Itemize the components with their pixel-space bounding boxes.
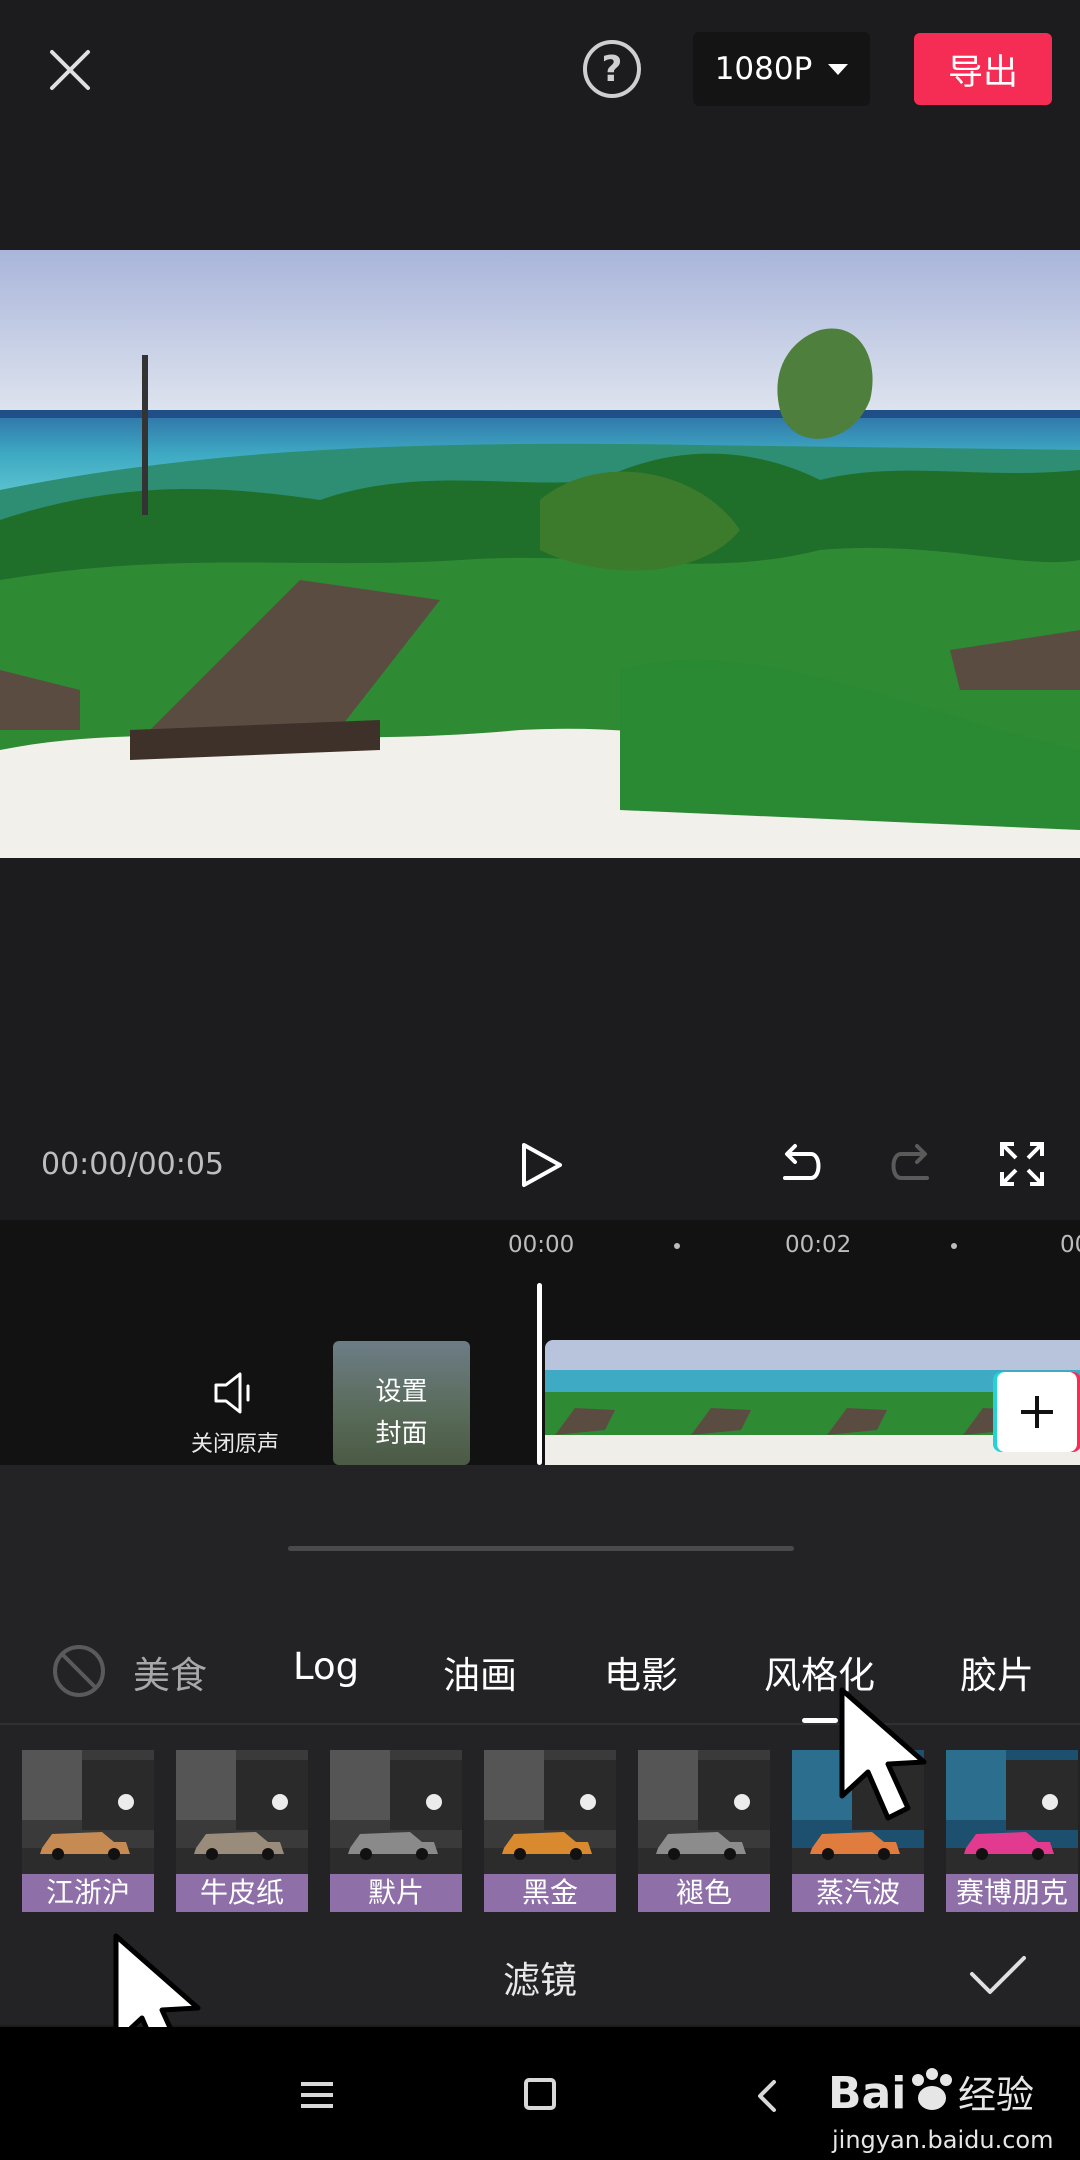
no-filter-icon	[53, 1645, 105, 1697]
no-filter-button[interactable]	[52, 1644, 106, 1698]
filter-preview-image	[484, 1750, 616, 1874]
speaker-icon	[214, 1372, 250, 1414]
filter-thumbnail[interactable]: 江浙沪	[22, 1750, 154, 1912]
add-clip-button[interactable]	[997, 1372, 1077, 1452]
cover-label: 设置 封面	[375, 1377, 428, 1449]
filter-thumbnail[interactable]: 默片	[330, 1750, 462, 1912]
filter-label: 蒸汽波	[792, 1874, 924, 1912]
export-button[interactable]: 导出	[914, 33, 1052, 105]
close-icon	[50, 50, 90, 90]
filter-preview-image	[330, 1750, 462, 1874]
confirm-button[interactable]	[968, 1950, 1028, 2000]
ruler-label: 00:00	[508, 1232, 575, 1258]
back-button[interactable]	[752, 2078, 782, 2114]
clip-frame	[545, 1340, 685, 1465]
help-button[interactable]: ?	[583, 40, 641, 98]
redo-button[interactable]	[887, 1140, 937, 1190]
filter-preview-image	[638, 1750, 770, 1874]
ruler-label: 00	[1060, 1232, 1080, 1258]
svg-text:Bai: Bai	[828, 2068, 906, 2119]
ruler-dot	[674, 1243, 680, 1249]
timecode: 00:00/00:05	[41, 1147, 225, 1182]
play-button[interactable]	[512, 1140, 572, 1190]
ruler-label: 00:02	[785, 1232, 852, 1258]
undo-button[interactable]	[775, 1140, 825, 1190]
redo-icon	[891, 1144, 929, 1180]
menu-icon	[301, 2082, 333, 2108]
filter-label: 默片	[330, 1874, 462, 1912]
filter-preview-image	[176, 1750, 308, 1874]
filter-preview-image	[946, 1750, 1078, 1874]
home-button[interactable]	[524, 2078, 556, 2110]
clip-frame	[681, 1340, 821, 1465]
play-icon	[522, 1143, 562, 1187]
video-preview	[0, 250, 1080, 858]
help-icon: ?	[601, 48, 623, 90]
close-button[interactable]	[40, 40, 100, 100]
clip-frame	[817, 1340, 957, 1465]
set-cover-button[interactable]: 设置 封面	[333, 1341, 470, 1465]
category-tab[interactable]: 油画	[443, 1645, 517, 1699]
filter-label: 赛博朋克	[946, 1874, 1078, 1912]
filter-label: 褪色	[638, 1874, 770, 1912]
ruler-dot	[951, 1243, 957, 1249]
filter-preview-image	[22, 1750, 154, 1874]
svg-text:jingyan.baidu.com: jingyan.baidu.com	[831, 2126, 1053, 2154]
back-icon	[758, 2080, 776, 2112]
filter-label: 江浙沪	[22, 1874, 154, 1912]
category-tab[interactable]: 美食	[133, 1645, 207, 1699]
filter-thumbnail[interactable]: 牛皮纸	[176, 1750, 308, 1912]
mute-original-audio-button[interactable]: 关闭原声	[180, 1370, 290, 1465]
checkmark-icon	[970, 1956, 1026, 1994]
playhead[interactable]	[537, 1283, 542, 1465]
svg-text:经验: 经验	[958, 2073, 1034, 2117]
filter-thumbnail[interactable]: 褪色	[638, 1750, 770, 1912]
category-tab[interactable]: Log	[293, 1645, 359, 1688]
filter-label: 黑金	[484, 1874, 616, 1912]
filter-thumbnail[interactable]: 赛博朋克	[946, 1750, 1078, 1912]
fullscreen-icon	[1000, 1142, 1044, 1186]
sheet-handle[interactable]	[288, 1546, 794, 1551]
filter-label: 牛皮纸	[176, 1874, 308, 1912]
resolution-value: 1080P	[714, 51, 813, 87]
fullscreen-button[interactable]	[998, 1140, 1046, 1188]
mute-label: 关闭原声	[190, 1432, 279, 1457]
caret-down-icon	[828, 63, 849, 75]
recent-apps-button[interactable]	[297, 2080, 337, 2110]
baidu-jingyan-watermark: Bai 经验 jingyan.baidu.com	[826, 2058, 1076, 2158]
undo-icon	[783, 1144, 821, 1180]
mouse-pointer-icon	[838, 1686, 948, 1846]
resolution-dropdown[interactable]: 1080P	[693, 32, 870, 106]
category-tab[interactable]: 胶片	[960, 1645, 1034, 1699]
plus-icon	[1021, 1396, 1053, 1428]
category-tab[interactable]: 电影	[604, 1645, 678, 1699]
filter-thumbnail[interactable]: 黑金	[484, 1750, 616, 1912]
